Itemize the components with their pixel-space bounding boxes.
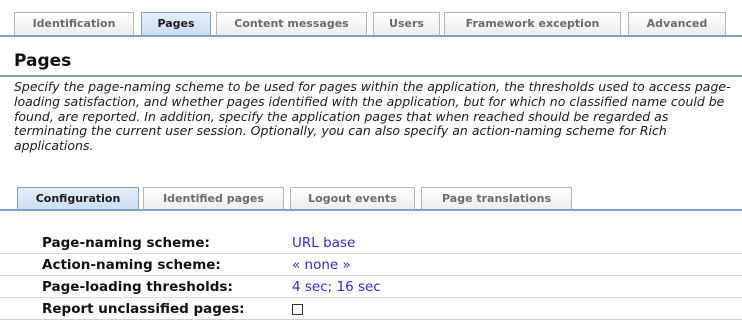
tab-logout-events[interactable]: Logout events	[290, 187, 415, 210]
sub-tab-bar: Configuration Identified pages Logout ev…	[0, 185, 742, 211]
tab-content-messages[interactable]: Content messages	[216, 12, 367, 36]
report-unclassified-label: Report unclassified pages:	[42, 301, 245, 317]
main-tab-bar: Identification Pages Content messages Us…	[0, 0, 742, 37]
thresholds-label: Page-loading thresholds:	[42, 279, 233, 295]
tab-identification[interactable]: Identification	[14, 12, 134, 36]
title-divider	[0, 75, 742, 77]
tab-users[interactable]: Users	[373, 12, 440, 36]
page-naming-link[interactable]: URL base	[292, 235, 355, 251]
action-naming-link[interactable]: « none »	[292, 257, 351, 273]
page-description: Specify the page-naming scheme to be use…	[14, 79, 731, 154]
tab-identified-pages[interactable]: Identified pages	[143, 187, 284, 210]
setting-row-thresholds: Page-loading thresholds: 4 sec; 16 sec	[0, 276, 742, 298]
setting-row-page-naming: Page-naming scheme: URL base	[0, 232, 742, 254]
action-naming-label: Action-naming scheme:	[42, 257, 221, 273]
page-naming-label: Page-naming scheme:	[42, 235, 210, 251]
tab-advanced[interactable]: Advanced	[628, 12, 726, 36]
page-title: Pages	[14, 51, 72, 71]
tab-page-translations[interactable]: Page translations	[421, 187, 572, 210]
tab-bar-divider	[0, 35, 742, 37]
report-unclassified-checkbox[interactable]	[292, 304, 303, 315]
tab-framework-exception[interactable]: Framework exception	[444, 12, 621, 36]
tab-configuration[interactable]: Configuration	[17, 187, 139, 211]
setting-row-action-naming: Action-naming scheme: « none »	[0, 254, 742, 276]
thresholds-link[interactable]: 4 sec; 16 sec	[292, 279, 381, 295]
tab-pages[interactable]: Pages	[141, 12, 211, 37]
configuration-settings: Page-naming scheme: URL base Action-nami…	[0, 232, 742, 320]
setting-row-report-unclassified: Report unclassified pages:	[0, 298, 742, 320]
sub-tab-bar-divider	[0, 209, 742, 211]
